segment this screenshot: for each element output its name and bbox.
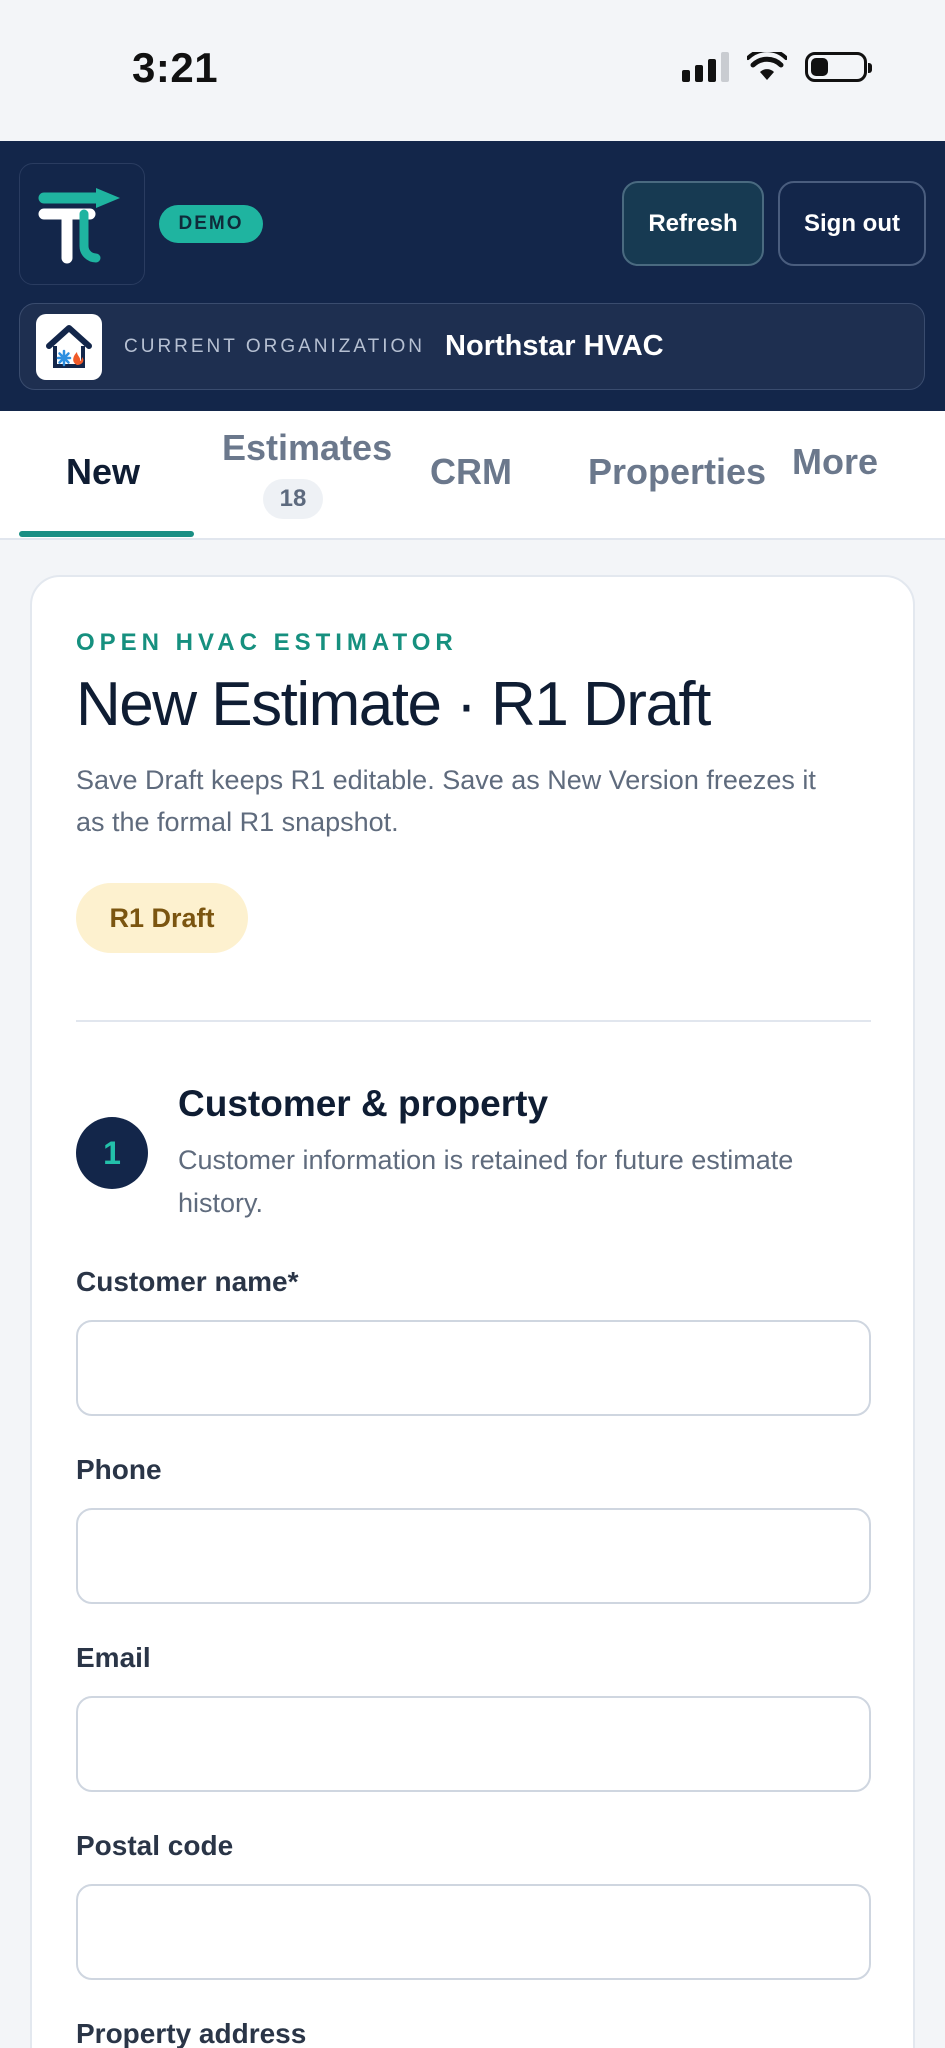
step-number: 1: [76, 1117, 148, 1189]
card-description: Save Draft keeps R1 editable. Save as Ne…: [76, 765, 816, 837]
phone-label: Phone: [76, 1454, 162, 1485]
cellular-signal-icon: [682, 52, 729, 82]
tab-estimates[interactable]: Estimates: [222, 427, 392, 469]
tab-new[interactable]: New: [66, 451, 140, 493]
organization-name: Northstar HVAC: [445, 330, 664, 362]
estimates-count-badge: 18: [263, 479, 323, 519]
demo-badge: DEMO: [159, 205, 263, 243]
refresh-button[interactable]: Refresh: [622, 181, 764, 266]
tab-crm[interactable]: CRM: [430, 451, 512, 493]
wifi-icon: [747, 52, 787, 80]
customer-name-input[interactable]: [76, 1320, 871, 1416]
sign-out-button[interactable]: Sign out: [778, 181, 926, 266]
organization-logo: [36, 313, 102, 380]
tab-more[interactable]: More: [792, 441, 878, 483]
battery-icon: [805, 52, 872, 82]
postal-code-label: Postal code: [76, 1830, 234, 1861]
phone-input[interactable]: [76, 1508, 871, 1604]
email-label: Email: [76, 1642, 151, 1673]
status-bar: 3:21: [0, 0, 945, 141]
app-header: DEMO Refresh Sign out CURRENT ORGANIZATI…: [0, 141, 945, 411]
house-hvac-icon: [46, 324, 92, 368]
card-eyebrow: OPEN HVAC ESTIMATOR: [76, 629, 458, 656]
page-title: New Estimate · R1 Draft: [76, 670, 711, 739]
divider: [76, 1020, 871, 1022]
section-title: Customer & property: [178, 1083, 549, 1124]
property-address-label: Property address: [76, 2018, 307, 2048]
status-icons: [682, 52, 872, 82]
status-badge: R1 Draft: [76, 883, 248, 953]
estimate-form-card: OPEN HVAC ESTIMATOR New Estimate · R1 Dr…: [30, 575, 915, 2048]
active-tab-indicator: [19, 531, 194, 537]
email-input[interactable]: [76, 1696, 871, 1792]
postal-code-input[interactable]: [76, 1884, 871, 1980]
app-logo[interactable]: [19, 163, 145, 285]
organization-selector[interactable]: CURRENT ORGANIZATION Northstar HVAC: [19, 303, 925, 390]
status-time: 3:21: [132, 44, 219, 91]
organization-label: CURRENT ORGANIZATION: [124, 335, 426, 357]
customer-name-label: Customer name*: [76, 1266, 299, 1297]
main-tabs: New Estimates 18 CRM Properties More: [0, 411, 945, 540]
section-description: Customer information is retained for fut…: [178, 1145, 794, 1218]
tab-properties[interactable]: Properties: [588, 451, 766, 493]
logo-icon: [38, 188, 120, 264]
